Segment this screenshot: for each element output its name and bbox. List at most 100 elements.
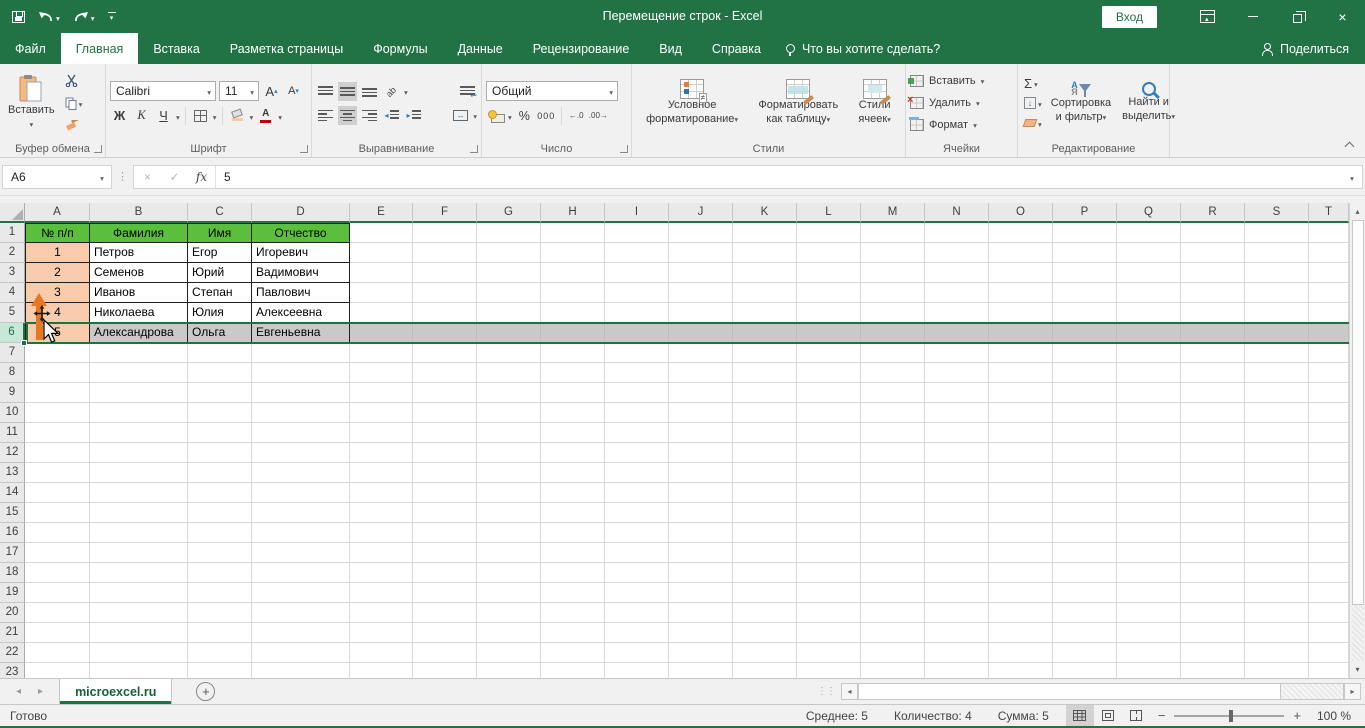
cell-P19[interactable] [1053, 583, 1117, 603]
cell-D19[interactable] [252, 583, 350, 603]
cell-C23[interactable] [188, 663, 252, 678]
cell-K11[interactable] [733, 423, 797, 443]
cell-A9[interactable] [25, 383, 90, 403]
cell-F2[interactable] [413, 243, 477, 263]
font-name-combo[interactable]: Calibri [110, 81, 216, 101]
cell-D18[interactable] [252, 563, 350, 583]
cell-D15[interactable] [252, 503, 350, 523]
cell-H4[interactable] [541, 283, 605, 303]
cell-K17[interactable] [733, 543, 797, 563]
cell-E2[interactable] [350, 243, 413, 263]
cell-G7[interactable] [477, 343, 541, 363]
cell-B7[interactable] [90, 343, 188, 363]
cell-M10[interactable] [861, 403, 925, 423]
cell-O19[interactable] [989, 583, 1053, 603]
cell-G23[interactable] [477, 663, 541, 678]
cell-D9[interactable] [252, 383, 350, 403]
cell-N9[interactable] [925, 383, 989, 403]
cell-I4[interactable] [605, 283, 669, 303]
cell-F3[interactable] [413, 263, 477, 283]
cell-S22[interactable] [1245, 643, 1309, 663]
cell-I9[interactable] [605, 383, 669, 403]
cell-C19[interactable] [188, 583, 252, 603]
cell-O9[interactable] [989, 383, 1053, 403]
cell-G22[interactable] [477, 643, 541, 663]
cell-G20[interactable] [477, 603, 541, 623]
cell-M9[interactable] [861, 383, 925, 403]
cell-C17[interactable] [188, 543, 252, 563]
cell-P9[interactable] [1053, 383, 1117, 403]
horizontal-scrollbar[interactable]: ◂ ▸ [841, 682, 1361, 701]
paste-button[interactable]: Вставить [4, 67, 59, 139]
borders-button[interactable] [191, 106, 210, 125]
decrease-decimal-button[interactable] [589, 106, 608, 125]
cell-A19[interactable] [25, 583, 90, 603]
cell-N10[interactable] [925, 403, 989, 423]
cell-Q19[interactable] [1117, 583, 1181, 603]
vertical-scrollbar[interactable]: ▴ ▾ [1349, 203, 1365, 678]
cell-P4[interactable] [1053, 283, 1117, 303]
cell-O13[interactable] [989, 463, 1053, 483]
orientation-dropdown[interactable] [404, 82, 408, 100]
cell-O21[interactable] [989, 623, 1053, 643]
cell-styles-button[interactable]: Стили ячеек [854, 67, 895, 139]
format-cells-button[interactable]: Формат [909, 114, 1013, 136]
cell-O10[interactable] [989, 403, 1053, 423]
clipboard-dialog-launcher[interactable] [94, 145, 102, 153]
cell-A21[interactable] [25, 623, 90, 643]
cell-G8[interactable] [477, 363, 541, 383]
cell-O12[interactable] [989, 443, 1053, 463]
column-header-R[interactable]: R [1181, 203, 1245, 223]
cell-H13[interactable] [541, 463, 605, 483]
cell-G11[interactable] [477, 423, 541, 443]
row-header-20[interactable]: 20 [0, 603, 25, 623]
cell-A2[interactable]: 1 [25, 243, 90, 263]
cell-O14[interactable] [989, 483, 1053, 503]
row-header-16[interactable]: 16 [0, 523, 25, 543]
cell-G14[interactable] [477, 483, 541, 503]
cell-T6[interactable] [1309, 323, 1349, 343]
cell-C13[interactable] [188, 463, 252, 483]
cell-M19[interactable] [861, 583, 925, 603]
previous-sheet-button[interactable]: ◂ [16, 686, 21, 697]
cancel-entry-button[interactable]: × [134, 170, 161, 184]
cell-B1[interactable]: Фамилия [90, 223, 188, 243]
cell-P17[interactable] [1053, 543, 1117, 563]
cell-Q4[interactable] [1117, 283, 1181, 303]
clear-button[interactable] [1022, 114, 1044, 132]
cell-C5[interactable]: Юлия [188, 303, 252, 323]
cell-N20[interactable] [925, 603, 989, 623]
cell-M22[interactable] [861, 643, 925, 663]
cell-H20[interactable] [541, 603, 605, 623]
cell-N23[interactable] [925, 663, 989, 678]
cell-A11[interactable] [25, 423, 90, 443]
cell-S11[interactable] [1245, 423, 1309, 443]
vertical-scroll-thumb[interactable] [1351, 220, 1364, 605]
cell-R3[interactable] [1181, 263, 1245, 283]
cell-M5[interactable] [861, 303, 925, 323]
cell-R9[interactable] [1181, 383, 1245, 403]
cell-T17[interactable] [1309, 543, 1349, 563]
cell-I18[interactable] [605, 563, 669, 583]
cell-N15[interactable] [925, 503, 989, 523]
cell-C1[interactable]: Имя [188, 223, 252, 243]
row-header-7[interactable]: 7 [0, 343, 25, 363]
cell-L5[interactable] [797, 303, 861, 323]
alignment-dialog-launcher[interactable] [470, 145, 478, 153]
cell-E13[interactable] [350, 463, 413, 483]
cell-A23[interactable] [25, 663, 90, 678]
cell-J17[interactable] [669, 543, 733, 563]
row-header-1[interactable]: 1 [0, 223, 25, 243]
cell-M23[interactable] [861, 663, 925, 678]
cell-I3[interactable] [605, 263, 669, 283]
cell-J23[interactable] [669, 663, 733, 678]
cell-R12[interactable] [1181, 443, 1245, 463]
font-dialog-launcher[interactable] [300, 145, 308, 153]
cell-H2[interactable] [541, 243, 605, 263]
cell-B16[interactable] [90, 523, 188, 543]
cell-R4[interactable] [1181, 283, 1245, 303]
cell-R20[interactable] [1181, 603, 1245, 623]
cell-M11[interactable] [861, 423, 925, 443]
cell-R17[interactable] [1181, 543, 1245, 563]
cell-R14[interactable] [1181, 483, 1245, 503]
